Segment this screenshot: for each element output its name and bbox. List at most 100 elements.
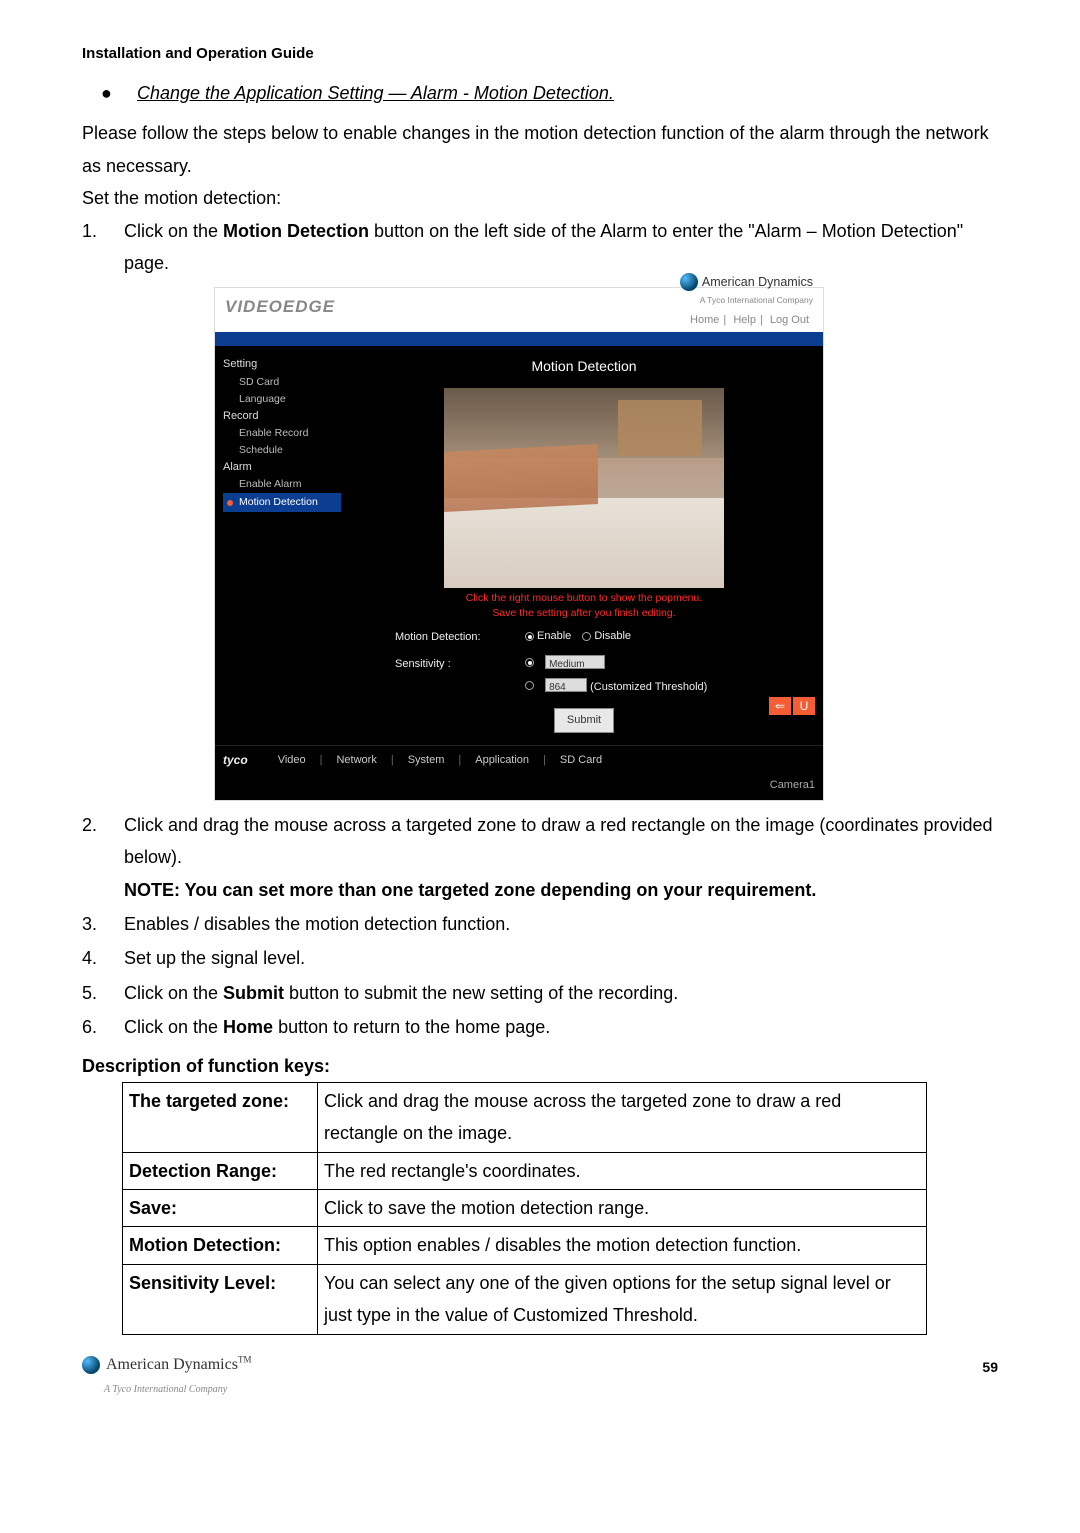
radio-dot-icon	[525, 658, 534, 667]
table-row: Motion Detection: This option enables / …	[123, 1227, 927, 1264]
step-2: Click and drag the mouse across a target…	[82, 809, 998, 906]
globe-icon	[680, 273, 698, 291]
sidebar-item-enable-record[interactable]: Enable Record	[223, 425, 341, 442]
home-link[interactable]: Home	[690, 314, 719, 326]
step-5: Click on the Submit button to submit the…	[82, 977, 998, 1009]
step5-pre: Click on the	[124, 983, 223, 1003]
bottom-tab-sdcard[interactable]: SD Card	[560, 751, 602, 771]
step6-bold: Home	[223, 1017, 273, 1037]
radio-disable-label: Disable	[594, 627, 631, 647]
footer-brand-text: American Dynamics	[106, 1356, 238, 1373]
step6-pre: Click on the	[124, 1017, 223, 1037]
desc-title: Description of function keys:	[82, 1050, 998, 1082]
intro-paragraph-1: Please follow the steps below to enable …	[82, 117, 998, 182]
ui-screenshot: VideoEdge American Dynamics A Tyco Inter…	[214, 287, 824, 800]
cell-key: Detection Range:	[123, 1152, 318, 1189]
step-6: Click on the Home button to return to th…	[82, 1011, 998, 1043]
tm-mark: TM	[238, 1354, 252, 1364]
table-row: Detection Range: The red rectangle's coo…	[123, 1152, 927, 1189]
radio-disable[interactable]: Disable	[582, 627, 631, 647]
sidebar-item-record[interactable]: Record	[223, 408, 341, 426]
brand-block: American Dynamics A Tyco International C…	[680, 271, 813, 331]
cell-val: You can select any one of the given opti…	[318, 1264, 927, 1334]
panel-title: Motion Detection	[355, 354, 813, 379]
cell-val: The red rectangle's coordinates.	[318, 1152, 927, 1189]
logout-link[interactable]: Log Out	[770, 314, 809, 326]
tyco-logo: tyco	[223, 750, 248, 772]
blue-bar	[215, 332, 823, 346]
sidebar-item-schedule[interactable]: Schedule	[223, 442, 341, 459]
videoedge-logo: VideoEdge	[225, 292, 335, 323]
step5-bold: Submit	[223, 983, 284, 1003]
brand-sub: A Tyco International Company	[680, 293, 813, 308]
step6-post: button to return to the home page.	[273, 1017, 550, 1037]
radio-preset[interactable]	[525, 658, 534, 667]
cell-key: The targeted zone:	[123, 1082, 318, 1152]
main-panel: Motion Detection Click the right mouse b…	[345, 346, 823, 745]
camera-label: Camera1	[215, 774, 823, 800]
help-link[interactable]: Help	[733, 314, 756, 326]
screenshot-body: Setting SD Card Language Record Enable R…	[215, 346, 823, 745]
step1-bold: Motion Detection	[223, 221, 369, 241]
cell-key: Motion Detection:	[123, 1227, 318, 1264]
section-title: Change the Application Setting — Alarm -…	[137, 77, 998, 109]
step2-note: NOTE: You can set more than one targeted…	[124, 880, 816, 900]
custom-threshold-text: (Customized Threshold)	[590, 681, 707, 693]
page-footer: American DynamicsTM A Tyco International…	[82, 1351, 998, 1400]
sidebar-item-alarm[interactable]: Alarm	[223, 459, 341, 477]
function-key-table: The targeted zone: Click and drag the mo…	[122, 1082, 927, 1335]
row-sensitivity: Sensitivity : Medium 864 (Customized Thr…	[395, 655, 813, 698]
sidebar-item-enable-alarm[interactable]: Enable Alarm	[223, 476, 341, 493]
radio-dot-icon	[525, 632, 534, 641]
page-number: 59	[982, 1355, 998, 1380]
cell-val: Click to save the motion detection range…	[318, 1190, 927, 1227]
bottom-bar: tyco Video| Network| System| Application…	[215, 745, 823, 774]
intro-paragraph-2: Set the motion detection:	[82, 182, 998, 214]
cell-key: Save:	[123, 1190, 318, 1227]
camera-preview[interactable]	[444, 388, 724, 588]
radio-enable[interactable]: Enable	[525, 627, 571, 647]
step-3: Enables / disables the motion detection …	[82, 908, 998, 940]
footer-brand-sub: A Tyco International Company	[104, 1381, 251, 1399]
sidebar-item-sdcard[interactable]: SD Card	[223, 374, 341, 391]
bottom-tab-application[interactable]: Application	[475, 751, 529, 771]
step5-post: button to submit the new setting of the …	[284, 983, 678, 1003]
table-row: Sensitivity Level: You can select any on…	[123, 1264, 927, 1334]
sensitivity-select[interactable]: Medium	[545, 655, 605, 669]
label-sensitivity: Sensitivity :	[395, 655, 515, 675]
top-links: Home| Help| Log Out	[680, 311, 813, 331]
row-motion-detection: Motion Detection: Enable Disable	[395, 627, 813, 649]
bottom-tab-system[interactable]: System	[408, 751, 445, 771]
radio-custom[interactable]	[525, 681, 534, 690]
globe-icon	[82, 1356, 100, 1374]
sidebar-item-motion-detection[interactable]: Motion Detection	[223, 493, 341, 512]
undo-icon: U	[800, 696, 809, 718]
guide-header: Installation and Operation Guide	[82, 40, 998, 67]
steps-list: Click on the Motion Detection button on …	[82, 215, 998, 1044]
step2-text: Click and drag the mouse across a target…	[124, 815, 993, 867]
back-button[interactable]: ⇐	[769, 697, 791, 715]
label-motion-detection: Motion Detection:	[395, 628, 515, 648]
table-row: The targeted zone: Click and drag the mo…	[123, 1082, 927, 1152]
table-row: Save: Click to save the motion detection…	[123, 1190, 927, 1227]
step-1: Click on the Motion Detection button on …	[82, 215, 998, 801]
bottom-tab-network[interactable]: Network	[336, 751, 376, 771]
radio-dot-icon	[525, 681, 534, 690]
bottom-tab-video[interactable]: Video	[278, 751, 306, 771]
arrow-left-icon: ⇐	[775, 696, 785, 718]
sidebar-item-language[interactable]: Language	[223, 391, 341, 408]
radio-enable-label: Enable	[537, 627, 571, 647]
hint-line-1: Click the right mouse button to show the…	[355, 592, 813, 606]
sidebar: Setting SD Card Language Record Enable R…	[215, 346, 345, 745]
cell-val: Click and drag the mouse across the targ…	[318, 1082, 927, 1152]
footer-brand-name: American DynamicsTM	[106, 1351, 251, 1380]
hint-line-2: Save the setting after you finish editin…	[355, 607, 813, 621]
custom-threshold-input[interactable]: 864	[545, 678, 587, 692]
step1-pre: Click on the	[124, 221, 223, 241]
undo-button[interactable]: U	[793, 697, 815, 715]
radio-dot-icon	[582, 632, 591, 641]
brand-name: American Dynamics	[702, 271, 813, 294]
sidebar-item-setting[interactable]: Setting	[223, 356, 341, 374]
submit-button[interactable]: Submit	[554, 708, 614, 734]
cell-val: This option enables / disables the motio…	[318, 1227, 927, 1264]
